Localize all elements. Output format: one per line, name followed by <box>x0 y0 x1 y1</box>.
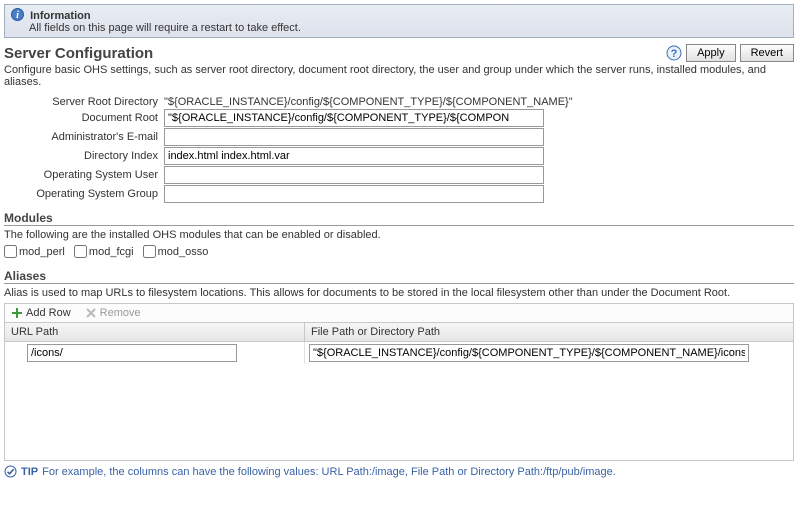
column-header-file-path: File Path or Directory Path <box>305 323 793 341</box>
admin-email-label: Administrator's E-mail <box>4 131 164 143</box>
aliases-toolbar: Add Row Remove <box>4 303 794 322</box>
aliases-description: Alias is used to map URLs to filesystem … <box>4 287 794 299</box>
os-user-input[interactable] <box>164 166 544 184</box>
module-checkbox-mod-fcgi[interactable]: mod_fcgi <box>74 245 134 258</box>
page-description: Configure basic OHS settings, such as se… <box>4 64 794 88</box>
os-user-label: Operating System User <box>4 169 164 181</box>
admin-email-input[interactable] <box>164 128 544 146</box>
document-root-input[interactable] <box>164 109 544 127</box>
os-group-label: Operating System Group <box>4 188 164 200</box>
svg-text:i: i <box>16 10 19 21</box>
modules-description: The following are the installed OHS modu… <box>4 229 794 241</box>
server-root-label: Server Root Directory <box>4 96 164 108</box>
table-row <box>5 342 793 364</box>
info-icon: i <box>11 8 24 21</box>
information-banner: i Information All fields on this page wi… <box>4 4 794 38</box>
server-root-value: "${ORACLE_INSTANCE}/config/${COMPONENT_T… <box>164 96 573 108</box>
tip-label: TIP <box>21 466 38 478</box>
info-title: Information <box>30 10 91 22</box>
info-text: All fields on this page will require a r… <box>29 22 787 34</box>
remove-button: Remove <box>85 307 141 319</box>
aliases-table: URL Path File Path or Directory Path <box>4 322 794 461</box>
page-title: Server Configuration <box>4 45 153 62</box>
modules-section-title: Modules <box>4 211 794 226</box>
module-checkbox-mod-osso[interactable]: mod_osso <box>143 245 209 258</box>
directory-index-label: Directory Index <box>4 150 164 162</box>
aliases-section-title: Aliases <box>4 269 794 284</box>
tip-line: TIP For example, the columns can have th… <box>4 465 794 478</box>
file-path-input[interactable] <box>309 344 749 362</box>
os-group-input[interactable] <box>164 185 544 203</box>
plus-icon <box>11 307 23 319</box>
url-path-input[interactable] <box>27 344 237 362</box>
directory-index-input[interactable] <box>164 147 544 165</box>
revert-button[interactable]: Revert <box>740 44 794 62</box>
svg-text:?: ? <box>671 48 678 60</box>
tip-text: For example, the columns can have the fo… <box>42 466 616 478</box>
document-root-label: Document Root <box>4 112 164 124</box>
help-icon[interactable]: ? <box>666 45 682 61</box>
module-checkbox-mod-perl[interactable]: mod_perl <box>4 245 65 258</box>
add-row-button[interactable]: Add Row <box>11 307 71 319</box>
apply-button[interactable]: Apply <box>686 44 736 62</box>
tip-check-icon <box>4 465 17 478</box>
remove-icon <box>85 307 97 319</box>
column-header-url-path: URL Path <box>5 323 305 341</box>
